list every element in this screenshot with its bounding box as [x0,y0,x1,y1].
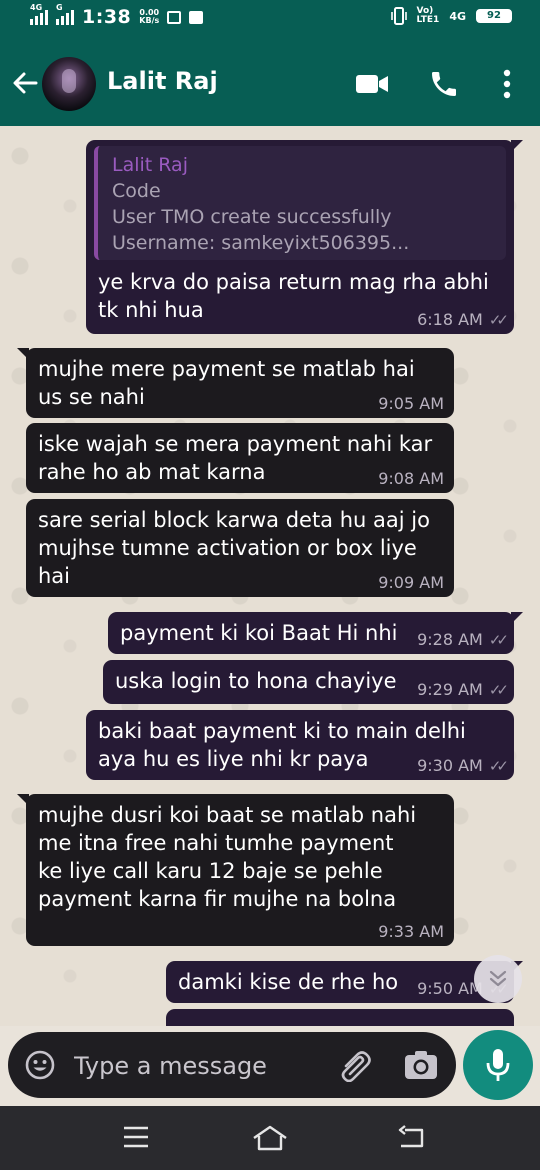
clock: 1:38 [82,6,132,28]
message-meta: 9:29 AM ✓✓ [417,680,509,700]
message-text: mujhe dusri koi baat se matlab nahi me i… [38,803,417,911]
recent-apps-icon[interactable] [122,1124,150,1150]
emoji-icon[interactable] [24,1049,56,1081]
mic-button[interactable] [463,1030,533,1100]
gallery-notification-icon [167,10,182,24]
read-receipt-icon: ✓✓ [488,631,509,649]
speed-unit: KB/s [139,16,160,25]
sim2-signal-icon: G [56,3,74,25]
message-outgoing[interactable]: Lalit Raj Code User TMO create successfu… [86,140,523,334]
message-meta: 9:08 AM [378,470,444,488]
message-incoming[interactable]: mujhe mere payment se matlab hai us se n… [17,348,454,418]
message-incoming[interactable]: iske wajah se mera payment nahi kar rahe… [26,423,454,493]
paperclip-icon[interactable] [338,1050,372,1082]
volte-bottom: LTE1 [416,15,440,25]
home-icon[interactable] [252,1124,288,1152]
video-call-icon[interactable] [355,73,389,95]
more-vert-icon[interactable] [497,69,517,99]
network-speed: 0.00 KB/s [139,9,159,25]
message-outgoing[interactable]: baki baat payment ki to main delhi aya h… [86,710,514,780]
message-meta: 9:05 AM [378,395,444,413]
message-time: 9:50 AM [417,979,483,998]
quoted-line: Username: samkeyixt506395... [112,232,410,254]
camera-icon[interactable] [404,1050,438,1080]
status-bar: 4G G 1:38 0.00 KB/s Vo) LTE1 4G 92 [0,0,540,42]
message-text: damki kise de rhe ho [178,970,399,994]
message-meta: 9:33 AM [378,923,444,941]
network-type: 4G [449,9,466,23]
contact-name[interactable]: Lalit Raj [107,67,218,95]
chat-header: Lalit Raj [0,42,540,126]
double-chevron-down-icon [489,970,507,987]
read-receipt-icon: ✓✓ [488,681,509,699]
volte-indicator: Vo) LTE1 [417,7,440,25]
battery-icon: 92 [476,9,512,23]
message-time: 9:30 AM [417,756,483,775]
message-time: 6:18 AM [417,310,483,329]
sim2-label: G [56,3,63,12]
message-outgoing-partial[interactable] [166,1009,514,1026]
quoted-line: Code [112,180,161,202]
message-time: 9:33 AM [378,922,444,941]
message-text: mujhe mere payment se matlab hai us se n… [38,357,415,409]
message-meta: 9:09 AM [378,574,444,592]
message-input[interactable] [72,1050,306,1082]
message-time: 9:09 AM [378,573,444,592]
quoted-line: User TMO create successfully [112,206,392,228]
message-time: 9:08 AM [378,469,444,488]
scroll-to-bottom-button[interactable] [474,955,522,1003]
read-receipt-icon: ✓✓ [488,757,509,775]
sim1-label: 4G [30,3,43,12]
avatar[interactable] [42,57,96,111]
message-outgoing[interactable]: uska login to hona chayiye 9:29 AM ✓✓ [103,660,514,704]
message-time: 9:05 AM [378,394,444,413]
mail-notification-icon [189,10,204,24]
phone-icon[interactable] [428,68,460,100]
message-text: payment ki koi Baat Hi nhi [120,621,398,645]
message-meta: 6:18 AM ✓✓ [417,310,509,330]
message-meta: 9:28 AM ✓✓ [417,630,509,650]
message-incoming[interactable]: mujhe dusri koi baat se matlab nahi me i… [17,794,454,946]
sim1-signal-icon: 4G [30,3,48,25]
message-time: 9:28 AM [417,630,483,649]
arrow-left-icon[interactable] [12,70,38,96]
message-outgoing[interactable]: damki kise de rhe ho 9:50 AM ✓✓ [166,961,523,1003]
vibrate-icon [390,7,407,25]
quoted-sender: Lalit Raj [112,154,188,176]
message-incoming[interactable]: sare serial block karwa deta hu aaj jo m… [26,499,454,597]
chat-area[interactable]: Lalit Raj Code User TMO create successfu… [0,126,540,1026]
message-composer [8,1032,456,1098]
quoted-message[interactable]: Lalit Raj Code User TMO create successfu… [94,146,506,260]
message-time: 9:29 AM [417,680,483,699]
system-navigation-bar [0,1106,540,1170]
message-outgoing[interactable]: payment ki koi Baat Hi nhi 9:28 AM ✓✓ [108,612,523,654]
message-text: uska login to hona chayiye [115,669,397,693]
read-receipt-icon: ✓✓ [488,311,509,329]
back-nav-icon[interactable] [397,1124,425,1150]
mic-icon [486,1049,510,1081]
message-meta: 9:30 AM ✓✓ [417,756,509,776]
